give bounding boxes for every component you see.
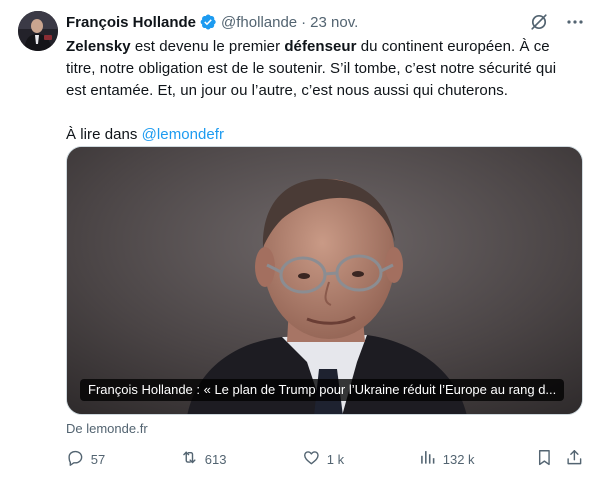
tweet[interactable]: François Hollande @fhollande · 23 nov. Z… — [0, 0, 603, 480]
tweet-header: François Hollande @fhollande · 23 nov. — [66, 11, 583, 33]
reply-icon — [66, 448, 85, 470]
repost-button[interactable]: 613 — [180, 448, 226, 470]
verified-badge-icon[interactable] — [199, 13, 217, 31]
author-name[interactable]: François Hollande — [66, 14, 196, 31]
views-count: 132 k — [442, 451, 475, 467]
card-caption[interactable]: François Hollande : « Le plan de Trump p… — [80, 379, 565, 401]
link-card[interactable]: François Hollande : « Le plan de Trump p… — [66, 146, 583, 415]
reply-count: 57 — [90, 451, 106, 467]
tweet-text-line-4: À lire dans @lemondefr — [66, 124, 586, 146]
top-icons — [529, 12, 585, 32]
bookmark-icon — [535, 448, 554, 470]
views-button[interactable]: 132 k — [418, 448, 475, 470]
share-button[interactable] — [565, 448, 584, 470]
action-bar: 57 613 1 k 132 k — [66, 448, 586, 472]
like-button[interactable]: 1 k — [302, 448, 344, 470]
card-source[interactable]: De lemonde.fr — [66, 421, 148, 436]
tweet-text-line-3: est entamée. Et, un jour ou l’autre, c’e… — [66, 82, 508, 99]
like-icon — [302, 448, 321, 470]
grok-icon[interactable] — [529, 12, 549, 32]
read-in-label: À lire dans — [66, 126, 142, 143]
more-icon[interactable] — [565, 12, 585, 32]
tweet-text-line-2: titre, notre obligation est de le souten… — [66, 60, 557, 77]
bold-defenseur: défenseur — [284, 38, 357, 55]
bold-zelensky: Zelensky — [66, 38, 131, 55]
tweet-text-line-1: Zelensky est devenu le premier défenseur… — [66, 36, 586, 58]
reply-button[interactable]: 57 — [66, 448, 105, 470]
tweet-date[interactable]: 23 nov. — [310, 14, 358, 31]
header-separator: · — [301, 13, 307, 31]
text-segment: est devenu le premier — [130, 38, 285, 55]
avatar[interactable] — [18, 11, 58, 51]
like-count: 1 k — [326, 451, 345, 467]
share-icon — [565, 448, 584, 470]
author-handle[interactable]: @fhollande — [221, 14, 297, 31]
bookmark-button[interactable] — [535, 448, 554, 470]
mention-link[interactable]: @lemondefr — [142, 126, 224, 143]
card-photo — [67, 147, 582, 414]
tweet-text: Zelensky est devenu le premier défenseur… — [66, 36, 586, 146]
views-icon — [418, 448, 437, 470]
repost-count: 613 — [204, 451, 227, 467]
repost-icon — [180, 448, 199, 470]
text-segment: du continent européen. À ce — [356, 38, 550, 55]
